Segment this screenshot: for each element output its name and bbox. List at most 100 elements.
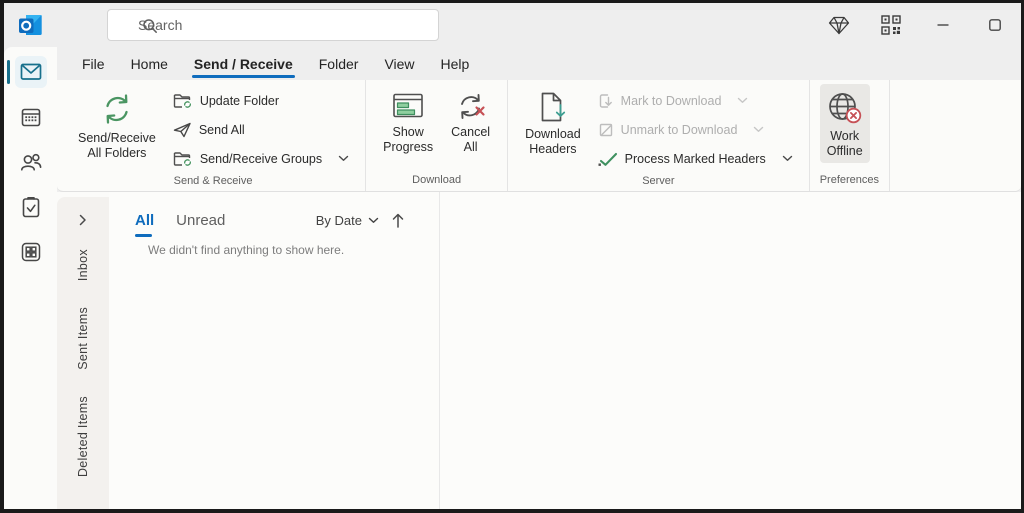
update-folder-button[interactable]: Update Folder (167, 86, 355, 115)
tab-home[interactable]: Home (118, 47, 181, 80)
check-icon (598, 151, 618, 167)
document-download-icon (539, 91, 567, 123)
folder-pane-collapsed: Inbox Sent Items Deleted Items (57, 197, 109, 509)
coming-soon-button[interactable] (825, 10, 853, 40)
maximize-icon (989, 19, 1001, 31)
button-label: Mark to Download (621, 94, 722, 108)
screenshot-frame: File Home Send / Receive Folder View Hel… (0, 0, 1024, 513)
cancel-all-button[interactable]: CancelAll (444, 84, 497, 159)
minimize-icon (937, 19, 949, 31)
rail-item-calendar[interactable] (15, 101, 47, 133)
globe-offline-icon (827, 91, 863, 125)
sort-label: By Date (316, 213, 362, 228)
button-label: DownloadHeaders (525, 127, 581, 157)
group-label-server: Server (518, 173, 799, 192)
button-label: Send/Receive Groups (200, 152, 322, 166)
titlebar (4, 3, 1021, 47)
download-headers-button[interactable]: DownloadHeaders (518, 84, 588, 161)
search-input[interactable] (138, 17, 378, 33)
send-icon (173, 122, 192, 138)
search-box[interactable] (107, 9, 439, 41)
rail-item-apps[interactable] (15, 236, 47, 268)
gem-icon (828, 16, 850, 35)
folder-sync-icon (173, 150, 193, 167)
group-label-download: Download (376, 172, 497, 191)
rail-item-people[interactable] (15, 146, 47, 178)
rail-item-mail[interactable] (15, 56, 47, 88)
chevron-down-icon (338, 155, 349, 162)
ribbon-group-preferences: WorkOffline Preferences (809, 80, 890, 191)
qr-code-button[interactable] (877, 10, 905, 40)
folder-item-deleted-items[interactable]: Deleted Items (76, 396, 90, 477)
tasks-icon (19, 195, 43, 219)
reading-pane (440, 192, 1021, 509)
maximize-button[interactable] (981, 10, 1009, 40)
chevron-down-icon (753, 126, 764, 133)
app-rail (4, 47, 57, 509)
process-marked-headers-button[interactable]: Process Marked Headers (592, 144, 799, 173)
button-label: Send All (199, 123, 245, 137)
unmark-to-download-button: Unmark to Download (592, 115, 799, 144)
button-label: CancelAll (451, 125, 490, 155)
sort-by-button[interactable]: By Date (316, 213, 379, 228)
outlook-window: File Home Send / Receive Folder View Hel… (4, 3, 1021, 509)
main-column: File Home Send / Receive Folder View Hel… (57, 47, 1021, 509)
expand-folder-pane-button[interactable] (72, 209, 94, 231)
tab-view[interactable]: View (371, 47, 427, 80)
qr-code-icon (881, 15, 901, 35)
ribbon-group-download: ShowProgress CancelAll (365, 80, 507, 191)
chevron-down-icon (782, 155, 793, 162)
unmark-download-icon (598, 122, 614, 138)
work-offline-button[interactable]: WorkOffline (820, 84, 870, 163)
app-body: File Home Send / Receive Folder View Hel… (4, 47, 1021, 509)
send-all-button[interactable]: Send All (167, 115, 355, 144)
tab-file[interactable]: File (69, 47, 118, 80)
button-label: WorkOffline (827, 129, 863, 159)
tab-help[interactable]: Help (428, 47, 483, 80)
mark-download-icon (598, 93, 614, 109)
people-icon (19, 150, 43, 174)
rail-item-tasks[interactable] (15, 191, 47, 223)
expand-chevron-icon (79, 214, 87, 226)
apps-icon (19, 240, 43, 264)
folder-item-inbox[interactable]: Inbox (76, 249, 90, 281)
outlook-logo (18, 12, 44, 38)
titlebar-actions (825, 3, 1009, 47)
ribbon-group-server: DownloadHeaders Mark to Download (507, 80, 809, 191)
tab-folder[interactable]: Folder (306, 47, 372, 80)
mail-icon (19, 60, 43, 84)
filter-tab-unread[interactable]: Unread (176, 212, 225, 229)
progress-window-icon (392, 91, 424, 121)
button-label: Update Folder (200, 94, 279, 108)
chevron-down-icon (368, 217, 379, 224)
ribbon-tab-row: File Home Send / Receive Folder View Hel… (57, 47, 1021, 80)
message-list-pane: All Unread By Date We didn't find anyth (109, 192, 440, 509)
mark-to-download-button: Mark to Download (592, 86, 799, 115)
active-accent-bar (7, 60, 10, 84)
sync-icon (99, 91, 135, 127)
folder-sync-icon (173, 92, 193, 109)
minimize-button[interactable] (929, 10, 957, 40)
show-progress-button[interactable]: ShowProgress (376, 84, 440, 159)
group-label-preferences: Preferences (820, 172, 879, 191)
cancel-sync-icon (455, 91, 487, 121)
button-label: Send/ReceiveAll Folders (78, 131, 156, 161)
send-receive-all-folders-button[interactable]: Send/ReceiveAll Folders (71, 84, 163, 165)
chevron-down-icon (737, 97, 748, 104)
empty-state-text: We didn't find anything to show here. (148, 243, 439, 257)
content-area: Inbox Sent Items Deleted Items All Unrea… (57, 192, 1021, 509)
message-list-header: All Unread By Date (135, 212, 439, 229)
button-label: Unmark to Download (621, 123, 738, 137)
filter-tab-all[interactable]: All (135, 212, 154, 229)
folder-labels: Inbox Sent Items Deleted Items (76, 249, 90, 477)
calendar-icon (19, 105, 43, 129)
folder-item-sent-items[interactable]: Sent Items (76, 307, 90, 370)
group-label-send-receive: Send & Receive (71, 173, 355, 192)
sort-direction-button[interactable] (391, 212, 405, 229)
ribbon-group-send-receive: Send/ReceiveAll Folders (61, 80, 365, 191)
tab-send-receive[interactable]: Send / Receive (181, 47, 306, 80)
send-receive-groups-button[interactable]: Send/Receive Groups (167, 144, 355, 173)
search-icon (142, 18, 158, 34)
button-label: Process Marked Headers (625, 152, 766, 166)
button-label: ShowProgress (383, 125, 433, 155)
